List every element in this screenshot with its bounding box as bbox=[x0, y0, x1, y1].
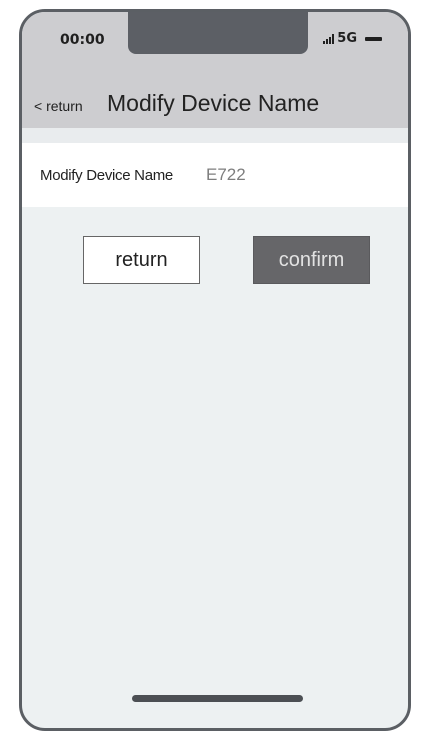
battery-icon bbox=[365, 36, 382, 41]
signal-icon bbox=[323, 33, 335, 44]
device-name-label: Modify Device Name bbox=[40, 167, 173, 184]
navigation-bar: < return Modify Device Name bbox=[22, 72, 408, 128]
device-name-field-row[interactable]: Modify Device Name E722 bbox=[22, 143, 408, 207]
status-time: 00:00 bbox=[60, 32, 105, 48]
back-link[interactable]: < return bbox=[34, 98, 83, 114]
home-indicator bbox=[132, 695, 303, 702]
phone-frame: 00:00 5G < return Modify Device Name Mod… bbox=[19, 9, 411, 731]
device-name-value[interactable]: E722 bbox=[206, 165, 246, 185]
status-bar: 00:00 5G bbox=[22, 12, 408, 72]
section-spacer bbox=[22, 128, 408, 143]
confirm-button[interactable]: confirm bbox=[253, 236, 370, 284]
status-indicators: 5G bbox=[323, 31, 382, 46]
page-title: Modify Device Name bbox=[107, 90, 320, 116]
notch bbox=[128, 12, 308, 54]
return-button[interactable]: return bbox=[83, 236, 200, 284]
network-type: 5G bbox=[337, 31, 357, 46]
